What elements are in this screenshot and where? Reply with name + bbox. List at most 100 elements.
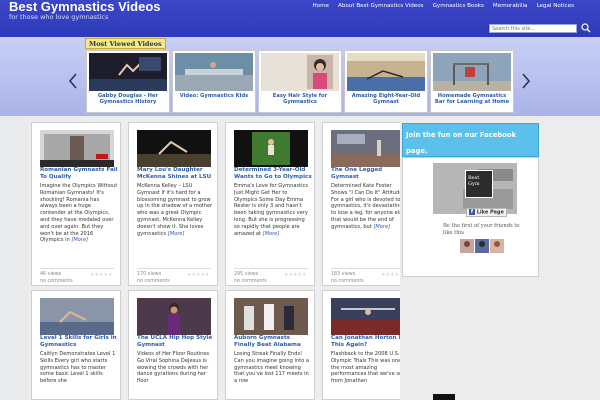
post-title[interactable]: Mary Lou's Daughter McKenna Shines at LS… [137, 167, 215, 180]
featured-item[interactable]: Video: Gymnastics Kids [172, 50, 256, 113]
nav-home[interactable]: Home [312, 1, 329, 13]
most-viewed-label: Most Viewed Videos [85, 38, 166, 49]
featured-thumbnail[interactable] [433, 53, 511, 91]
nav-legal[interactable]: Legal Notices [536, 1, 574, 13]
facebook-like-button[interactable]: f Like Page [466, 208, 507, 217]
featured-thumbnail[interactable] [261, 53, 339, 91]
rating-stars[interactable]: ★★★★★ [90, 272, 112, 278]
featured-caption[interactable]: Gabby Douglas - Her Gymnastics History [89, 93, 167, 106]
rating-stars[interactable]: ★★★★★ [187, 272, 209, 278]
featured-carousel: Most Viewed Videos Gabby Douglas - Her G… [0, 37, 600, 116]
search-input[interactable] [489, 24, 577, 33]
excerpt-text: Imagine the Olympics Without Romanian Gy… [40, 183, 118, 244]
carousel-prev-icon[interactable] [68, 73, 78, 89]
post-thumbnail[interactable] [331, 130, 405, 167]
post-card: Mary Lou's Daughter McKenna Shines at LS… [128, 122, 218, 286]
friend-avatar[interactable] [490, 239, 504, 253]
divider [40, 268, 114, 269]
excerpt-text: Determined Kate Foster Shows "I Can Do I… [331, 183, 407, 230]
nav-memorabilia[interactable]: Memorabilia [493, 1, 528, 13]
like-label: Like Page [476, 209, 504, 216]
facebook-cover[interactable]: Best Gym f Like Page [433, 163, 517, 217]
post-thumbnail[interactable] [40, 130, 114, 167]
featured-caption[interactable]: Easy Hair Style for Gymnastics [261, 93, 339, 106]
featured-thumbnail[interactable] [347, 53, 425, 91]
post-excerpt: Caitlyn Demonstrates Level 1 Skills Ever… [40, 351, 116, 385]
view-count: 170 views [137, 272, 162, 277]
more-link[interactable]: [More] [263, 231, 280, 237]
post-excerpt: Videos of Her Floor Routines Go Viral So… [137, 351, 210, 385]
site-header: Best Gymnastics Videos for those who lov… [0, 0, 600, 37]
post-title[interactable]: Level 1 Skills for Girls in Gymnastics [40, 335, 118, 348]
search-icon[interactable] [581, 23, 591, 33]
comment-count[interactable]: no comments [331, 279, 364, 284]
post-excerpt: Imagine the Olympics Without Romanian Gy… [40, 183, 118, 244]
post-thumbnail[interactable] [234, 130, 308, 167]
facebook-widget: Best Gym f Like Page Be the first of you… [402, 157, 539, 277]
featured-item[interactable]: Homemade Gymnastics Bar for Learning at … [430, 50, 514, 113]
sidebar-banner[interactable] [433, 394, 455, 400]
main-nav: Home About Best Gymnastics Videos Gymnas… [303, 1, 574, 13]
post-thumbnail[interactable] [331, 298, 405, 335]
post-grid: Romanian Gymnasts Fail To Qualify Imagin… [28, 117, 412, 400]
post-excerpt: Losing Streak Finally Ends! Can you imag… [234, 351, 309, 385]
post-excerpt: Emma's Love for Gymnastics Just Might Ge… [234, 183, 312, 237]
post-excerpt: Determined Kate Foster Shows "I Can Do I… [331, 183, 409, 231]
more-link[interactable]: [More] [373, 224, 390, 230]
post-card: The One Legged Gymnast Determined Kate F… [322, 122, 412, 286]
site-tagline: for those who love gymnastics [9, 13, 109, 21]
featured-item[interactable]: Easy Hair Style for Gymnastics [258, 50, 342, 113]
post-thumbnail[interactable] [40, 298, 114, 335]
facebook-icon: f [469, 209, 475, 215]
nav-books[interactable]: Gymnastics Books [433, 1, 484, 13]
nav-about[interactable]: About Best Gymnastics Videos [338, 1, 424, 13]
post-thumbnail[interactable] [234, 298, 308, 335]
carousel-next-icon[interactable] [521, 73, 531, 89]
excerpt-text: Emma's Love for Gymnastics Just Might Ge… [234, 183, 308, 237]
post-title[interactable]: The UCLA Hip Hop Style Gymnast [137, 335, 215, 348]
featured-item[interactable]: Gabby Douglas - Her Gymnastics History [86, 50, 170, 113]
featured-item[interactable]: Amazing Eight-Year-Old Gymnast [344, 50, 428, 113]
sidebar: Join the fun on our Facebook page. Best … [400, 117, 600, 400]
post-excerpt: Flashback to the 2008 U.S. Olympic Trial… [331, 351, 409, 385]
comment-count[interactable]: no comments [40, 279, 73, 284]
facebook-friends-text: Be the first of your friends to like thi… [443, 223, 520, 236]
featured-caption[interactable]: Amazing Eight-Year-Old Gymnast [347, 93, 425, 106]
post-title[interactable]: The One Legged Gymnast [331, 167, 409, 180]
logo-text: Best Gym [468, 175, 480, 187]
post-title[interactable]: Auborn Gymnasts Finally Beat Alabama [234, 335, 312, 348]
post-card: Romanian Gymnasts Fail To Qualify Imagin… [31, 122, 121, 286]
facebook-heading: Join the fun on our Facebook page. [402, 123, 539, 157]
post-thumbnail[interactable] [137, 130, 211, 167]
featured-thumbnail[interactable] [89, 53, 167, 91]
divider [234, 268, 308, 269]
post-card: The UCLA Hip Hop Style Gymnast Videos of… [128, 290, 218, 400]
comment-count[interactable]: no comments [137, 279, 170, 284]
post-card: Can Jonathan Horton Do This Again? Flash… [322, 290, 412, 400]
post-excerpt: McKenna Kelley – LSU Gymnast If it's har… [137, 183, 215, 237]
featured-thumbnail[interactable] [175, 53, 253, 91]
site-title[interactable]: Best Gymnastics Videos [9, 0, 161, 14]
view-count: 183 views [331, 272, 356, 277]
friend-avatar[interactable] [460, 239, 474, 253]
more-link[interactable]: [More] [168, 231, 185, 237]
post-title[interactable]: Can Jonathan Horton Do This Again? [331, 335, 409, 348]
facebook-page-logo[interactable]: Best Gym [465, 170, 493, 198]
friend-avatar[interactable] [475, 239, 489, 253]
divider [137, 268, 211, 269]
comment-count[interactable]: no comments [234, 279, 267, 284]
rating-stars[interactable]: ★★★★★ [284, 272, 306, 278]
view-count: 295 views [234, 272, 259, 277]
post-card: Auborn Gymnasts Finally Beat Alabama Los… [225, 290, 315, 400]
more-link[interactable]: [More] [71, 237, 88, 243]
view-count: 46 views [40, 272, 62, 277]
featured-caption[interactable]: Homemade Gymnastics Bar for Learning at … [433, 93, 511, 106]
divider [331, 268, 405, 269]
post-card: Level 1 Skills for Girls in Gymnastics C… [31, 290, 121, 400]
post-thumbnail[interactable] [137, 298, 211, 335]
featured-caption[interactable]: Video: Gymnastics Kids [175, 93, 253, 99]
post-title[interactable]: Determined 3-Year-Old Wants to Go to Oly… [234, 167, 312, 180]
post-card: Determined 3-Year-Old Wants to Go to Oly… [225, 122, 315, 286]
excerpt-text: McKenna Kelley – LSU Gymnast If it's har… [137, 183, 213, 237]
post-title[interactable]: Romanian Gymnasts Fail To Qualify [40, 167, 118, 180]
